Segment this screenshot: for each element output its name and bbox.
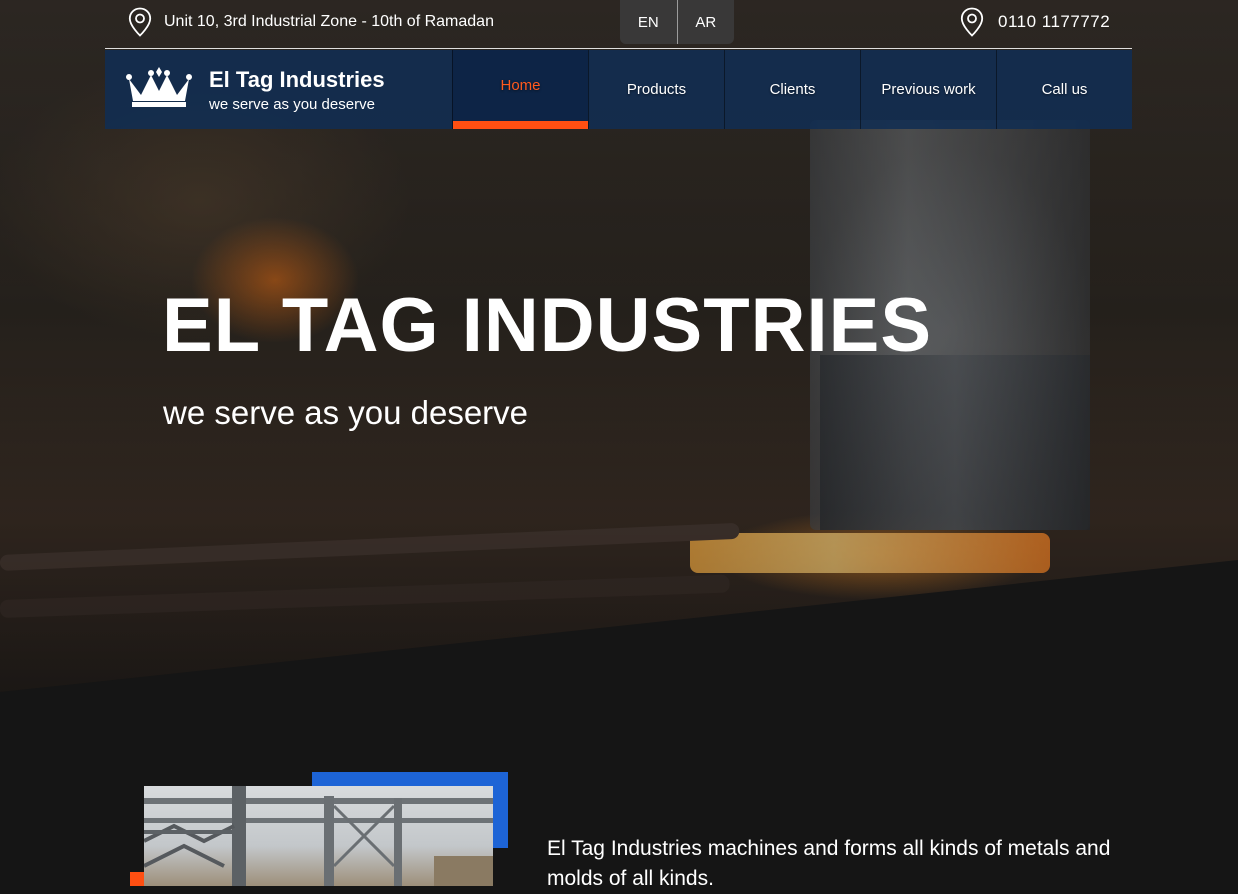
lang-en-button[interactable]: EN xyxy=(620,0,678,44)
map-pin-icon xyxy=(128,7,152,37)
decor-orange-block xyxy=(130,872,144,886)
hero-title: EL TAG INDUSTRIES xyxy=(162,283,933,368)
crown-icon xyxy=(123,65,195,114)
nav-menu: Home Products Clients Previous work Call… xyxy=(452,50,1132,129)
language-switcher: EN AR xyxy=(620,0,734,44)
phone-number[interactable]: 0110 1177772 xyxy=(998,12,1110,32)
about-text: El Tag Industries machines and forms all… xyxy=(547,837,1111,890)
map-pin-icon xyxy=(960,7,984,37)
section-divider xyxy=(0,560,1238,886)
address-text: Unit 10, 3rd Industrial Zone - 10th of R… xyxy=(164,13,494,30)
hero-subtitle: we serve as you deserve xyxy=(163,394,529,431)
brand-logo[interactable]: El Tag Industries we serve as you deserv… xyxy=(105,50,452,129)
main-navigation: El Tag Industries we serve as you deserv… xyxy=(105,50,1132,129)
nav-home[interactable]: Home xyxy=(452,50,588,129)
nav-call-us[interactable]: Call us xyxy=(996,50,1132,129)
phone-block[interactable]: 0110 1177772 xyxy=(960,6,1110,38)
steel-structure-photo xyxy=(144,786,493,886)
brand-text: El Tag Industries we serve as you deserv… xyxy=(209,67,385,113)
top-bar: Unit 10, 3rd Industrial Zone - 10th of R… xyxy=(0,0,1238,48)
brand-tagline: we serve as you deserve xyxy=(209,95,375,113)
address-block: Unit 10, 3rd Industrial Zone - 10th of R… xyxy=(128,6,494,38)
nav-previous-work[interactable]: Previous work xyxy=(860,50,996,129)
brand-name: El Tag Industries xyxy=(209,66,385,92)
nav-products[interactable]: Products xyxy=(588,50,724,129)
nav-clients[interactable]: Clients xyxy=(724,50,860,129)
top-divider xyxy=(105,48,1132,49)
lang-ar-button[interactable]: AR xyxy=(678,0,735,44)
